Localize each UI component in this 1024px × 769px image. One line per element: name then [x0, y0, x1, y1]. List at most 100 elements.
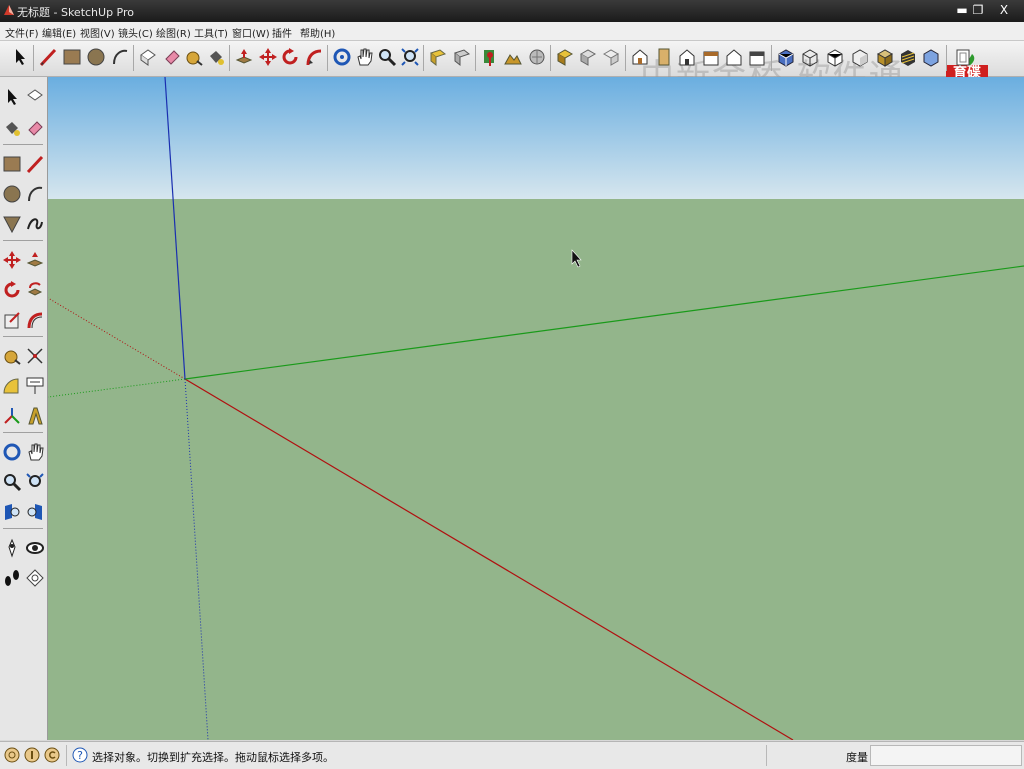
status-text: 选择对象。切换到扩充选择。拖动鼠标选择多项。: [92, 751, 334, 764]
large-tool-set: [0, 77, 48, 740]
make-component-icon[interactable]: [24, 86, 46, 108]
rotate-icon[interactable]: [279, 46, 301, 68]
push-pull-icon[interactable]: [233, 46, 255, 68]
circle-icon[interactable]: [1, 183, 23, 205]
help-icon[interactable]: ?: [72, 747, 88, 763]
freehand-icon[interactable]: [24, 213, 46, 235]
shaded-icon[interactable]: [849, 46, 871, 68]
tape-measure-icon[interactable]: [183, 46, 205, 68]
left-view-icon[interactable]: [746, 46, 768, 68]
menu-help[interactable]: 帮助(H): [300, 25, 335, 40]
arc-icon[interactable]: [109, 46, 131, 68]
status-bar: ? 选择对象。切换到扩充选择。拖动鼠标选择多项。 度量: [0, 741, 1024, 769]
make-component-icon[interactable]: [137, 46, 159, 68]
front-view-icon[interactable]: [676, 46, 698, 68]
text-icon[interactable]: [24, 375, 46, 397]
add-location-icon[interactable]: [479, 46, 501, 68]
zoom-extents-icon[interactable]: [399, 46, 421, 68]
next-view-icon[interactable]: [451, 46, 473, 68]
position-camera-icon[interactable]: [1, 537, 23, 559]
menu-plugins[interactable]: 插件: [272, 25, 292, 40]
zoom-window-icon[interactable]: [24, 471, 46, 493]
wireframe-icon[interactable]: [799, 46, 821, 68]
look-around-icon[interactable]: [24, 537, 46, 559]
zoom-extents-icon[interactable]: [1, 501, 23, 523]
get-models-icon[interactable]: [526, 46, 548, 68]
zoom-icon[interactable]: [376, 46, 398, 68]
follow-me-icon[interactable]: [303, 46, 325, 68]
toggle-terrain-icon[interactable]: [502, 46, 524, 68]
xray-icon[interactable]: [775, 46, 797, 68]
move-icon[interactable]: [257, 46, 279, 68]
push-pull-icon[interactable]: [24, 249, 46, 271]
close-button[interactable]: X: [992, 0, 1016, 20]
scene-canvas[interactable]: [48, 77, 1024, 740]
right-view-icon[interactable]: [700, 46, 722, 68]
measurements-label: 度量: [846, 751, 868, 764]
back-view-icon[interactable]: [723, 46, 745, 68]
menu-file[interactable]: 文件(F): [5, 25, 39, 40]
hidden-line-icon[interactable]: [824, 46, 846, 68]
arc-icon[interactable]: [24, 183, 46, 205]
dimension-icon[interactable]: [24, 345, 46, 367]
main-toolbar: 中新金桥 软件通 育碟软件: [0, 41, 1024, 99]
pan-icon[interactable]: [353, 46, 375, 68]
orbit-icon[interactable]: [331, 46, 353, 68]
menu-bar: 文件(F) 编辑(E) 视图(V) 镜头(C) 绘图(R) 工具(T) 窗口(W…: [0, 22, 1024, 41]
line-icon[interactable]: [24, 153, 46, 175]
orbit-icon[interactable]: [1, 441, 23, 463]
section-icon[interactable]: [952, 46, 974, 68]
offset-icon[interactable]: [24, 309, 46, 331]
previous-view-icon[interactable]: [427, 46, 449, 68]
3d-viewport[interactable]: [48, 77, 1024, 740]
credits-icon[interactable]: [24, 747, 40, 763]
iso-view-icon[interactable]: [629, 46, 651, 68]
tape-measure-icon[interactable]: [1, 345, 23, 367]
move-icon[interactable]: [1, 249, 23, 271]
title-bar: 无标题 - SketchUp Pro ▬ ❐ X: [0, 0, 1024, 22]
pan-icon[interactable]: [24, 441, 46, 463]
geo-location-icon[interactable]: [4, 747, 20, 763]
menu-camera[interactable]: 镜头(C): [118, 25, 153, 40]
menu-tools[interactable]: 工具(T): [194, 25, 228, 40]
menu-view[interactable]: 视图(V): [80, 25, 115, 40]
rotate-icon[interactable]: [1, 279, 23, 301]
shaded-textures-icon[interactable]: [874, 46, 896, 68]
paint-bucket-icon[interactable]: [1, 117, 23, 139]
restore-button[interactable]: ❐: [966, 0, 990, 20]
select-icon[interactable]: [1, 86, 23, 108]
line-icon[interactable]: [37, 46, 59, 68]
ground: [48, 199, 1024, 740]
walk-icon[interactable]: [1, 567, 23, 589]
protractor-icon[interactable]: [1, 375, 23, 397]
menu-edit[interactable]: 编辑(E): [42, 25, 76, 40]
user-icon[interactable]: [44, 747, 60, 763]
rectangle-icon[interactable]: [1, 153, 23, 175]
get-component-icon[interactable]: [600, 46, 622, 68]
paint-bucket-icon[interactable]: [205, 46, 227, 68]
monochrome-icon[interactable]: [897, 46, 919, 68]
sky: [48, 77, 1024, 199]
eraser-icon[interactable]: [24, 117, 46, 139]
3d-text-icon[interactable]: [24, 405, 46, 427]
window-title: 无标题 - SketchUp Pro: [17, 6, 135, 19]
sketchup-app-icon: [4, 5, 14, 15]
section-plane-icon[interactable]: [24, 567, 46, 589]
measurements-field[interactable]: [870, 745, 1022, 766]
share-component-icon[interactable]: [577, 46, 599, 68]
top-view-icon[interactable]: [653, 46, 675, 68]
zoom-icon[interactable]: [1, 471, 23, 493]
polygon-icon[interactable]: [1, 213, 23, 235]
scale-icon[interactable]: [1, 309, 23, 331]
select-icon[interactable]: [9, 46, 31, 68]
rectangle-icon[interactable]: [61, 46, 83, 68]
menu-window[interactable]: 窗口(W): [232, 25, 270, 40]
back-edges-icon[interactable]: [920, 46, 942, 68]
circle-icon[interactable]: [85, 46, 107, 68]
follow-me-icon[interactable]: [24, 279, 46, 301]
share-model-icon[interactable]: [554, 46, 576, 68]
axes-icon[interactable]: [1, 405, 23, 427]
previous-icon[interactable]: [24, 501, 46, 523]
menu-draw[interactable]: 绘图(R): [156, 25, 191, 40]
eraser-icon[interactable]: [161, 46, 183, 68]
